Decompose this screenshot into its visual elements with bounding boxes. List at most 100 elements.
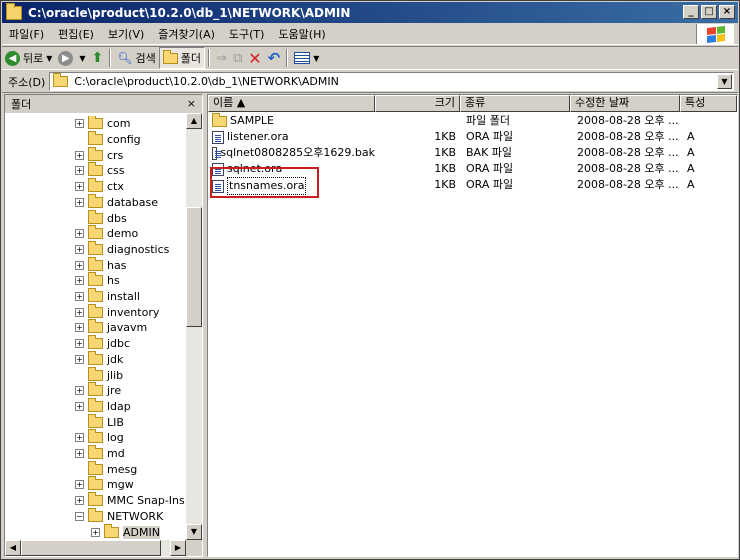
tree-item[interactable]: + database: [75, 193, 158, 211]
expand-icon[interactable]: +: [75, 197, 84, 207]
title-bar[interactable]: C:\oracle\product\10.2.0\db_1\NETWORK\AD…: [2, 2, 738, 23]
menu-view[interactable]: 보기(V): [101, 26, 151, 42]
file-row[interactable]: SAMPLE 파일 폴더 2008-08-28 오후 ...: [208, 113, 737, 129]
expand-icon[interactable]: +: [75, 166, 84, 176]
search-button[interactable]: 🔍︎ 검색: [114, 47, 158, 69]
folder-pane-title: 폴더: [11, 98, 32, 111]
expand-icon[interactable]: +: [75, 386, 84, 396]
folder-icon: [88, 209, 103, 224]
tree-item[interactable]: + ADMIN: [91, 523, 160, 540]
folders-label: 폴더: [180, 52, 202, 65]
tree-item[interactable]: + mgw: [75, 476, 134, 493]
expand-icon[interactable]: +: [75, 323, 84, 333]
address-dropdown-button[interactable]: ▼: [717, 74, 732, 89]
expand-icon[interactable]: +: [75, 307, 84, 317]
forward-dropdown-icon[interactable]: ▼: [79, 54, 85, 63]
expand-icon[interactable]: +: [75, 496, 84, 506]
tree-item[interactable]: − NETWORK: [75, 507, 163, 525]
forward-button[interactable]: ▶ ▼: [55, 47, 88, 69]
expand-icon[interactable]: +: [75, 449, 84, 459]
tree-item-label: jdk: [107, 352, 124, 366]
expand-icon[interactable]: +: [75, 339, 84, 349]
column-header-type[interactable]: 종류: [460, 95, 570, 112]
back-button[interactable]: ◀ 뒤로 ▼: [2, 47, 55, 69]
tree-item[interactable]: + log: [75, 429, 124, 446]
tree-item[interactable]: + MMC Snap-Ins: [75, 492, 185, 509]
file-row[interactable]: sqlnet0808285오후1629.bak 1KB BAK 파일 2008-08-…: [208, 145, 737, 161]
tree-item[interactable]: + crs: [75, 146, 123, 163]
tree-item[interactable]: + javavm: [75, 319, 147, 336]
window-controls: _ □ ×: [683, 5, 735, 19]
menu-edit[interactable]: 편집(E): [51, 26, 101, 42]
expand-icon[interactable]: +: [75, 150, 84, 160]
tree-item[interactable]: + jdbc: [75, 335, 130, 352]
windows-logo-icon: [696, 24, 734, 44]
tree-item[interactable]: + hs: [75, 272, 120, 289]
scroll-right-button[interactable]: ▶: [170, 540, 186, 556]
scroll-left-button[interactable]: ◀: [5, 540, 21, 556]
tree-item[interactable]: + install: [75, 288, 140, 305]
toolbar-separator: [208, 49, 211, 67]
address-input[interactable]: C:\oracle\product\10.2.0\db_1\NETWORK\AD…: [49, 72, 734, 91]
tree-item[interactable]: + css: [75, 162, 125, 179]
column-header-name[interactable]: 이름 ▲: [208, 95, 375, 112]
tree-item[interactable]: + jdk: [75, 350, 124, 368]
maximize-button[interactable]: □: [701, 5, 717, 19]
move-to-button[interactable]: ⇒: [213, 47, 230, 69]
tree-item-label: mesg: [107, 462, 138, 476]
scroll-thumb[interactable]: [186, 207, 202, 327]
minimize-button[interactable]: _: [683, 5, 699, 19]
expand-icon[interactable]: +: [75, 119, 84, 129]
expand-icon[interactable]: +: [75, 229, 84, 239]
tree-item[interactable]: dbs: [75, 209, 127, 226]
expand-icon[interactable]: +: [75, 354, 84, 364]
views-dropdown-icon[interactable]: ▼: [313, 54, 319, 63]
expand-icon[interactable]: +: [75, 244, 84, 254]
up-button[interactable]: ⬆: [89, 47, 107, 69]
tree-item[interactable]: + diagnostics: [75, 240, 169, 258]
tree-item[interactable]: + ctx: [75, 178, 124, 195]
tree-item[interactable]: + demo: [75, 225, 138, 242]
scroll-down-button[interactable]: ▼: [186, 524, 202, 540]
folder-tree-vertical-scrollbar[interactable]: ▲ ▼: [186, 113, 202, 540]
copy-to-button[interactable]: ⧉: [230, 47, 245, 69]
views-button[interactable]: ▼: [291, 47, 322, 69]
expand-icon[interactable]: +: [91, 527, 100, 537]
column-header-attributes[interactable]: 특성: [680, 95, 737, 112]
collapse-icon[interactable]: −: [75, 511, 84, 521]
tree-item[interactable]: + md: [75, 445, 125, 462]
expand-icon[interactable]: +: [75, 480, 84, 490]
menu-favorites[interactable]: 즐겨찾기(A): [151, 26, 222, 42]
tree-item[interactable]: + jre: [75, 382, 121, 399]
scroll-thumb[interactable]: [21, 540, 161, 556]
folder-pane-close-button[interactable]: ×: [187, 97, 196, 110]
menu-file[interactable]: 파일(F): [2, 26, 51, 42]
menu-tools[interactable]: 도구(T): [222, 26, 272, 42]
tree-item[interactable]: + ldap: [75, 397, 131, 415]
menu-help[interactable]: 도움말(H): [271, 26, 332, 42]
expand-icon[interactable]: +: [75, 182, 84, 192]
tree-item[interactable]: config: [75, 131, 141, 148]
back-dropdown-icon[interactable]: ▼: [46, 54, 52, 63]
scroll-up-button[interactable]: ▲: [186, 113, 202, 129]
expand-icon[interactable]: +: [75, 276, 84, 286]
expand-icon[interactable]: +: [75, 401, 84, 411]
expand-icon[interactable]: +: [75, 260, 84, 270]
expand-icon[interactable]: +: [75, 433, 84, 443]
tree-item[interactable]: mesg: [75, 460, 138, 477]
folders-button[interactable]: 폴더: [158, 47, 206, 69]
tree-item[interactable]: jlib: [75, 366, 123, 383]
column-header-size[interactable]: 크기: [375, 95, 460, 112]
undo-button[interactable]: ↶: [265, 47, 284, 69]
column-header-modified[interactable]: 수정한 날짜: [570, 95, 680, 112]
tree-item[interactable]: + com: [75, 116, 131, 132]
file-row[interactable]: listener.ora 1KB ORA 파일 2008-08-28 오후 ... A: [208, 129, 737, 145]
tree-item[interactable]: + has: [75, 256, 126, 273]
close-button[interactable]: ×: [719, 5, 735, 19]
tree-item[interactable]: LIB: [75, 413, 124, 430]
tree-item[interactable]: + inventory: [75, 303, 159, 320]
address-bar: 주소(D) C:\oracle\product\10.2.0\db_1\NETW…: [2, 71, 738, 93]
delete-button[interactable]: ✕: [245, 47, 264, 69]
folder-tree-horizontal-scrollbar[interactable]: ◀ ▶: [5, 540, 186, 556]
expand-icon[interactable]: +: [75, 292, 84, 302]
